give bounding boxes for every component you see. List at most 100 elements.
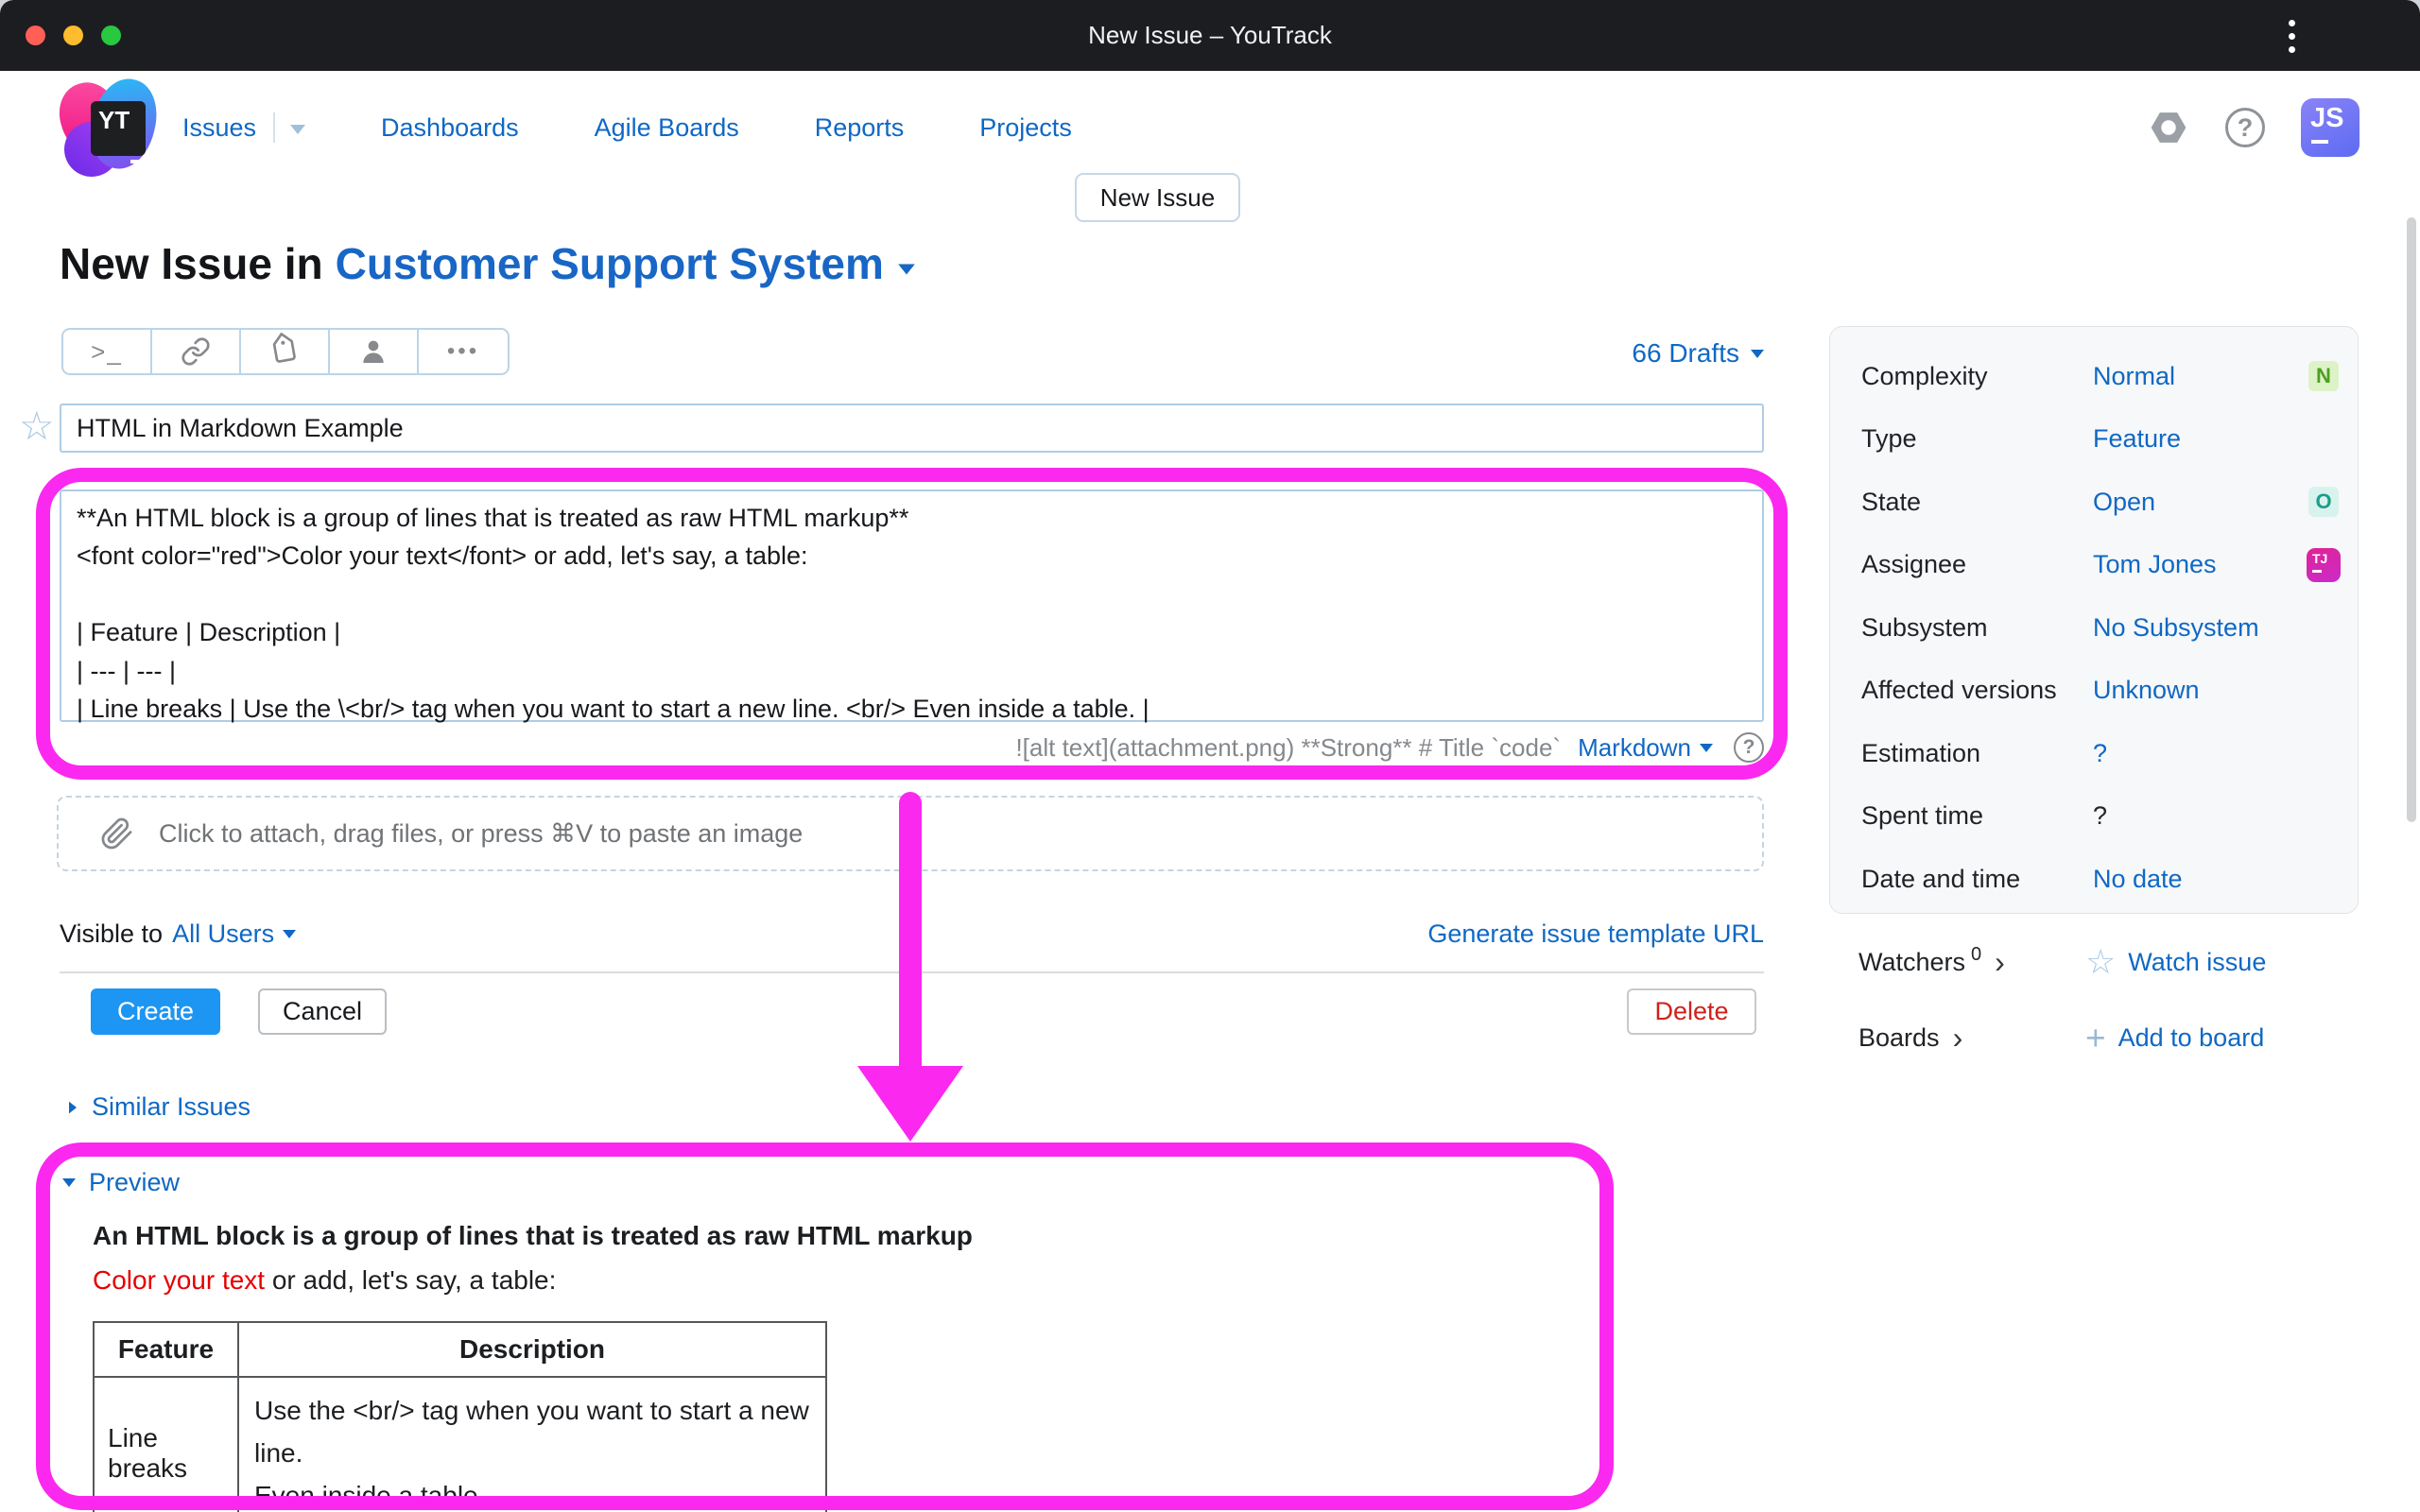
preview-label: Preview <box>89 1168 180 1197</box>
table-header-feature: Feature <box>94 1322 238 1377</box>
chevron-down-icon[interactable] <box>290 125 305 134</box>
table-row: Line breaks Use the <br/> tag when you w… <box>94 1377 826 1512</box>
star-icon: ☆ <box>2085 945 2116 979</box>
star-issue-icon[interactable]: ☆ <box>19 406 55 446</box>
preview-bold-text: An HTML block is a group of lines that i… <box>93 1221 973 1251</box>
preview-table: Feature Description Line breaks Use the … <box>93 1321 827 1512</box>
nav-item-label: Issues <box>182 113 256 143</box>
visibility-row: Visible to All Users Generate issue temp… <box>60 913 1764 954</box>
table-cell-feature: Line breaks <box>94 1377 238 1512</box>
description-line: | Feature | Description | <box>77 613 1747 651</box>
field-row-type: Type Feature <box>1830 408 2358 472</box>
boards-label: Boards <box>1858 1023 1940 1053</box>
field-row-estimation: Estimation ? <box>1830 722 2358 785</box>
chevron-down-icon[interactable] <box>898 265 915 275</box>
plus-icon: + <box>2085 1021 2106 1056</box>
kebab-menu-icon[interactable] <box>2285 16 2299 57</box>
field-row-complexity: Complexity Normal N <box>1830 345 2358 408</box>
assignee-avatar[interactable]: TJ <box>2307 548 2341 582</box>
field-label: Affected versions <box>1861 676 2093 705</box>
field-value[interactable]: No Subsystem <box>2093 613 2259 643</box>
boards-row-left[interactable]: Boards › <box>1858 1013 1962 1062</box>
preview-colored-line: Color your text or add, let's say, a tab… <box>93 1265 556 1296</box>
visible-to-label: Visible to <box>60 919 163 949</box>
markdown-help-icon[interactable]: ? <box>1734 732 1764 763</box>
watchers-label: Watchers <box>1858 948 1965 977</box>
field-value[interactable]: Feature <box>2093 424 2181 454</box>
watchers-row-left[interactable]: Watchers 0 › <box>1858 937 2005 987</box>
preview-rest-text: or add, let's say, a table: <box>265 1265 556 1295</box>
primary-nav: Issues Dashboards Agile Boards Reports P… <box>182 71 1072 184</box>
nav-item-agile-boards[interactable]: Agile Boards <box>595 113 739 143</box>
scrollbar-thumb[interactable] <box>2407 217 2416 822</box>
attach-hint-text: Click to attach, drag files, or press ⌘V… <box>159 819 803 849</box>
preview-red-text: Color your text <box>93 1265 265 1295</box>
youtrack-logo[interactable]: YT <box>59 78 157 177</box>
field-value[interactable]: ? <box>2093 739 2107 768</box>
annotation-arrow-head <box>857 1066 963 1142</box>
field-row-state: State Open O <box>1830 471 2358 534</box>
field-value[interactable]: Tom Jones <box>2093 550 2217 579</box>
field-row-date-and-time: Date and time No date <box>1830 848 2358 911</box>
drafts-label: 66 Drafts <box>1632 338 1739 369</box>
paperclip-icon <box>100 816 134 850</box>
page-title-prefix: New Issue in <box>60 238 323 289</box>
field-label: Date and time <box>1861 865 2093 894</box>
create-button[interactable]: Create <box>91 988 220 1035</box>
attach-files-area[interactable]: Click to attach, drag files, or press ⌘V… <box>57 796 1764 871</box>
similar-issues-toggle[interactable]: Similar Issues <box>68 1092 251 1122</box>
visible-to-dropdown[interactable]: All Users <box>172 919 296 949</box>
table-cell-description: Use the <br/> tag when you want to start… <box>238 1377 826 1512</box>
nav-item-reports[interactable]: Reports <box>815 113 905 143</box>
nav-divider <box>273 112 275 143</box>
field-label: Type <box>1861 424 2093 454</box>
window-titlebar: New Issue – YouTrack <box>0 0 2420 71</box>
window-title: New Issue – YouTrack <box>0 0 2420 71</box>
description-line: | Line breaks | Use the \<br/> tag when … <box>77 690 1747 728</box>
chevron-down-icon <box>62 1178 76 1187</box>
description-line: | --- | --- | <box>77 652 1747 690</box>
table-header-description: Description <box>238 1322 826 1377</box>
state-badge: O <box>2308 487 2339 517</box>
nav-item-issues[interactable]: Issues <box>182 112 305 143</box>
field-label: Assignee <box>1861 550 2093 579</box>
field-value[interactable]: Open <box>2093 488 2155 517</box>
markdown-hints: ![alt text](attachment.png) **Strong** #… <box>60 728 1764 767</box>
description-input[interactable]: **An HTML block is a group of lines that… <box>60 490 1764 722</box>
chevron-right-icon: › <box>1953 1022 1963 1053</box>
field-value[interactable]: No date <box>2093 865 2183 894</box>
delete-button[interactable]: Delete <box>1627 988 1756 1035</box>
generate-template-link[interactable]: Generate issue template URL <box>1427 919 1764 949</box>
markdown-mode-dropdown[interactable]: Markdown <box>1578 733 1713 763</box>
complexity-badge: N <box>2308 361 2339 391</box>
field-label: Spent time <box>1861 801 2093 831</box>
field-value[interactable]: Normal <box>2093 362 2175 391</box>
divider <box>60 971 1764 973</box>
new-issue-button[interactable]: New Issue <box>1075 173 1240 222</box>
drafts-dropdown[interactable]: 66 Drafts <box>60 338 1764 369</box>
watch-issue-action[interactable]: ☆ Watch issue <box>2085 937 2266 987</box>
field-value[interactable]: Unknown <box>2093 676 2200 705</box>
syntax-hint-text: ![alt text](attachment.png) **Strong** #… <box>1015 733 1561 763</box>
logo-monogram: YT <box>91 101 146 156</box>
chevron-down-icon <box>1700 744 1713 752</box>
field-row-spent-time: Spent time ? <box>1830 785 2358 849</box>
cancel-button[interactable]: Cancel <box>258 988 387 1035</box>
watch-issue-label: Watch issue <box>2128 948 2266 977</box>
issue-fields-panel: Complexity Normal N Type Feature State O… <box>1829 326 2359 914</box>
description-line: **An HTML block is a group of lines that… <box>77 499 1747 537</box>
preview-toggle[interactable]: Preview <box>62 1168 180 1197</box>
user-avatar[interactable]: JS <box>2301 98 2360 157</box>
field-row-affected-versions: Affected versions Unknown <box>1830 660 2358 723</box>
summary-input[interactable] <box>60 404 1764 453</box>
help-icon[interactable]: ? <box>2225 108 2265 147</box>
nav-item-projects[interactable]: Projects <box>979 113 1072 143</box>
field-row-subsystem: Subsystem No Subsystem <box>1830 596 2358 660</box>
add-to-board-action[interactable]: + Add to board <box>2085 1013 2264 1062</box>
nav-item-dashboards[interactable]: Dashboards <box>381 113 519 143</box>
chevron-right-icon <box>69 1101 77 1113</box>
page-title: New Issue in Customer Support System <box>60 238 914 289</box>
project-selector[interactable]: Customer Support System <box>336 238 884 289</box>
settings-nut-icon[interactable] <box>2148 107 2189 148</box>
top-navbar: YT Issues Dashboards Agile Boards Report… <box>0 71 2420 184</box>
